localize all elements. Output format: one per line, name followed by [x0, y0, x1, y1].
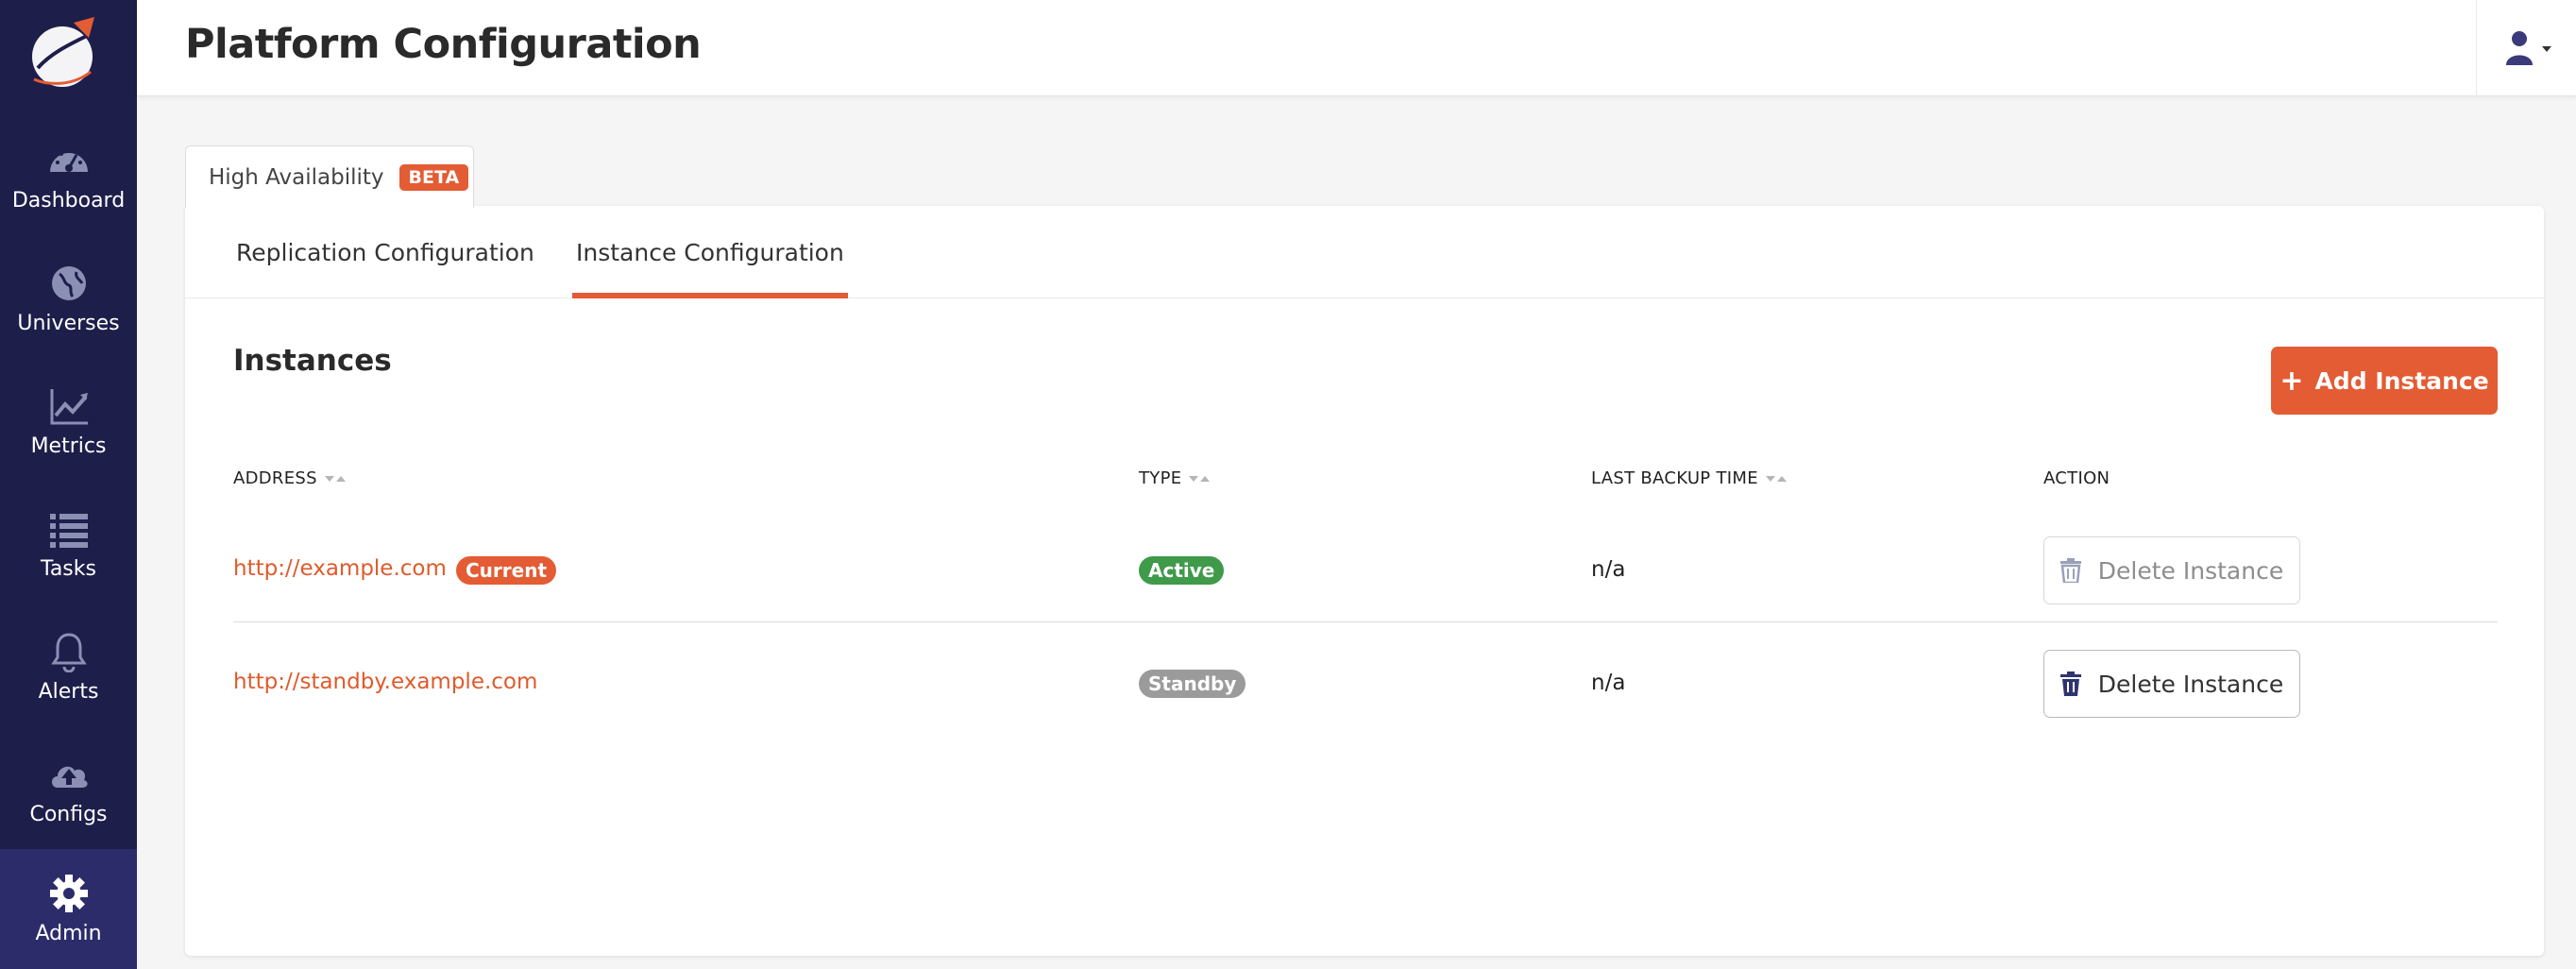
- planet-rocket-logo-icon: [32, 17, 95, 87]
- globe-icon: [51, 265, 86, 300]
- column-header-label: ACTION: [2043, 468, 2110, 488]
- dashboard-icon: [49, 147, 88, 172]
- tab-label: Replication Configuration: [236, 238, 534, 266]
- sidebar-item-tasks[interactable]: Tasks: [0, 483, 137, 605]
- column-header-label: LAST BACKUP TIME: [1591, 468, 1758, 488]
- column-header-address[interactable]: ADDRESS: [233, 468, 347, 488]
- sort-icon: [1189, 475, 1211, 482]
- cloud-upload-icon: [51, 766, 88, 788]
- top-header: Platform Configuration: [137, 0, 2576, 96]
- app-root: Dashboard Universes Metrics Tasks Alerts…: [0, 0, 2576, 969]
- user-icon: [2505, 31, 2551, 65]
- delete-instance-button[interactable]: Delete Instance: [2043, 650, 2300, 718]
- ha-panel: Replication Configuration Instance Confi…: [185, 206, 2544, 956]
- add-instance-label: Add Instance: [2314, 366, 2489, 395]
- tab-label: High Availability: [209, 164, 384, 190]
- last-backup-time: n/a: [1591, 671, 1626, 695]
- sidebar-item-label: Metrics: [30, 434, 107, 458]
- column-header-last-backup-time[interactable]: LAST BACKUP TIME: [1591, 468, 1788, 488]
- last-backup-time: n/a: [1591, 557, 1626, 582]
- current-badge: Current: [456, 556, 557, 585]
- chart-line-icon: [50, 388, 88, 424]
- plus-icon: +: [2279, 364, 2304, 398]
- sidebar-item-label: Admin: [35, 922, 102, 945]
- sidebar-item-label: Configs: [29, 802, 108, 826]
- tab-replication-configuration[interactable]: Replication Configuration: [236, 206, 534, 298]
- instance-address-link[interactable]: http://standby.example.com: [233, 670, 537, 694]
- column-header-label: TYPE: [1139, 468, 1182, 488]
- instance-address-link[interactable]: http://example.com: [233, 556, 447, 581]
- sidebar: Dashboard Universes Metrics Tasks Alerts…: [0, 0, 137, 969]
- add-instance-button[interactable]: + Add Instance: [2271, 347, 2498, 415]
- sidebar-item-configs[interactable]: Configs: [0, 728, 137, 851]
- sidebar-item-label: Tasks: [41, 556, 96, 581]
- column-header-action: ACTION: [2043, 468, 2110, 488]
- tab-label: Instance Configuration: [576, 238, 844, 266]
- page-title: Platform Configuration: [185, 21, 702, 68]
- sidebar-item-alerts[interactable]: Alerts: [0, 605, 137, 728]
- sidebar-item-label: Alerts: [38, 679, 99, 704]
- delete-instance-label: Delete Instance: [2097, 670, 2284, 698]
- app-logo[interactable]: [25, 13, 104, 93]
- sidebar-item-label: Dashboard: [11, 188, 126, 212]
- beta-badge: BETA: [398, 163, 469, 191]
- sort-icon: [324, 475, 346, 482]
- sidebar-item-dashboard[interactable]: Dashboard: [0, 114, 137, 237]
- delete-instance-label: Delete Instance: [2097, 556, 2284, 585]
- subtab-bar: Replication Configuration Instance Confi…: [185, 206, 2544, 298]
- trash-icon: [2059, 672, 2081, 696]
- chevron-down-icon: [2541, 46, 2551, 52]
- delete-instance-button-disabled[interactable]: Delete Instance: [2043, 536, 2300, 604]
- trash-icon: [2059, 558, 2081, 583]
- tab-instance-configuration[interactable]: Instance Configuration: [572, 206, 848, 298]
- column-header-type[interactable]: TYPE: [1139, 468, 1212, 488]
- column-header-label: ADDRESS: [233, 468, 317, 488]
- sidebar-item-metrics[interactable]: Metrics: [0, 360, 137, 483]
- instances-title: Instances: [233, 344, 392, 378]
- row-divider: [233, 621, 2498, 622]
- type-badge-active: Active: [1139, 556, 1225, 585]
- gear-icon: [49, 875, 88, 912]
- sidebar-item-admin[interactable]: Admin: [0, 849, 137, 969]
- sort-icon: [1765, 475, 1787, 482]
- sidebar-item-label: Universes: [17, 311, 120, 335]
- sidebar-item-universes[interactable]: Universes: [0, 237, 137, 360]
- type-badge-standby: Standby: [1139, 670, 1246, 698]
- user-menu-button[interactable]: [2476, 0, 2576, 96]
- bell-icon: [50, 632, 87, 672]
- list-icon: [49, 513, 88, 548]
- tab-high-availability[interactable]: High Availability BETA: [185, 145, 474, 208]
